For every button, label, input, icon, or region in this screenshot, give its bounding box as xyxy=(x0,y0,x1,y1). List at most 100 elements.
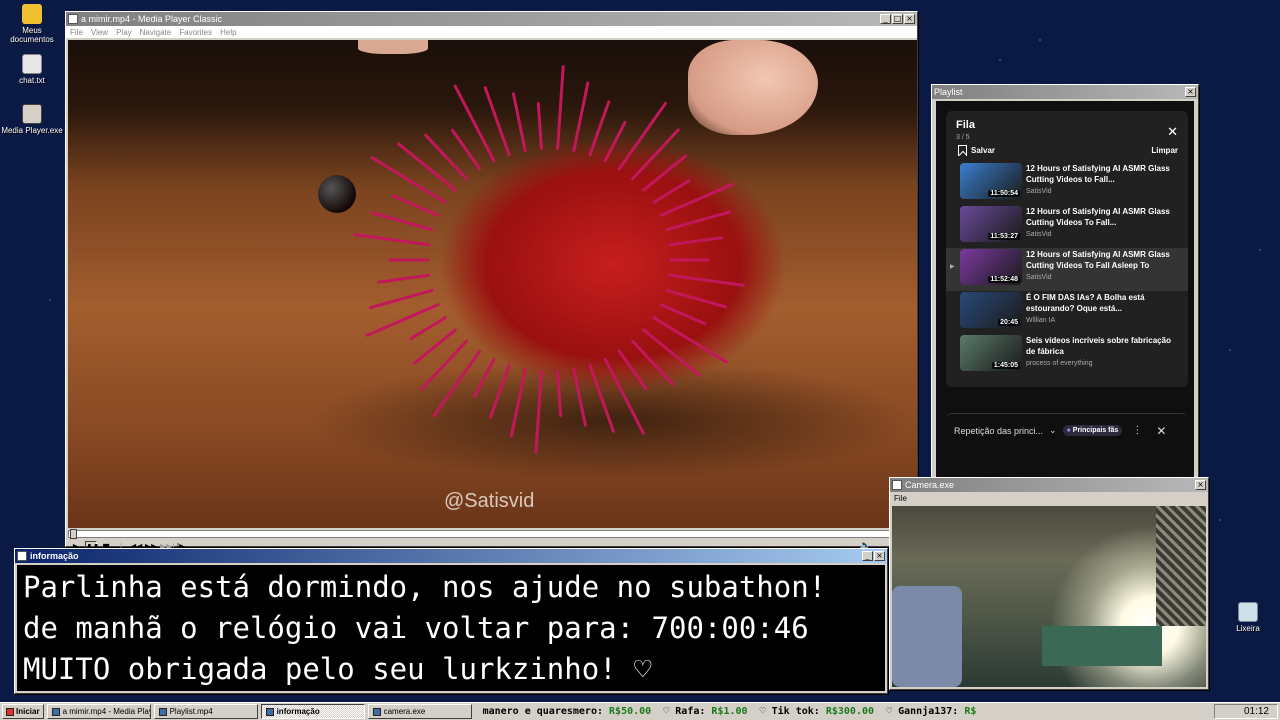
text-file-icon xyxy=(22,54,42,74)
menu-bar: File xyxy=(890,492,1208,504)
minimize-button[interactable]: _ xyxy=(862,551,873,561)
desktop-icon-media-player[interactable]: Media Player.exe xyxy=(0,104,64,135)
queue-item[interactable]: 11:53:27 12 Hours of Satisfying AI ASMR G… xyxy=(946,205,1188,248)
maximize-button[interactable]: □ xyxy=(892,14,903,24)
close-button[interactable]: × xyxy=(904,14,915,24)
video-hand xyxy=(358,40,428,54)
queue-position: 3 / 5 xyxy=(956,134,970,141)
app-icon xyxy=(51,707,60,716)
donation-amount: R$1.00 xyxy=(711,706,748,717)
menu-file[interactable]: File xyxy=(70,28,83,37)
app-icon xyxy=(68,14,78,24)
fruit-spike xyxy=(391,194,441,218)
video-duration: 11:53:27 xyxy=(988,233,1020,240)
close-button[interactable]: × xyxy=(1185,87,1196,97)
queue-item[interactable]: 20:45 É O FIM DAS IAs? A Bolha está estou… xyxy=(946,291,1188,334)
video-title[interactable]: Seis vídeos incríveis sobre fabricação d… xyxy=(1026,335,1176,357)
heart-icon: ♡ xyxy=(874,706,899,717)
app-icon xyxy=(17,551,27,561)
seek-bar[interactable] xyxy=(68,530,917,538)
menu-file[interactable]: File xyxy=(894,494,907,503)
playlist-titlebar[interactable]: Playlist × xyxy=(932,85,1198,99)
close-button[interactable]: × xyxy=(874,551,885,561)
menu-favorites[interactable]: Favorites xyxy=(179,28,212,37)
window-title: Camera.exe xyxy=(905,480,955,490)
start-button[interactable]: Iniciar xyxy=(2,704,44,719)
top-fans-chip[interactable]: ● Principais fãs xyxy=(1062,425,1123,436)
info-line: MUITO obrigada pelo seu lurkzinho! ♡ xyxy=(23,652,652,686)
taskbar-button-playlist[interactable]: Playlist.mp4 xyxy=(153,704,258,719)
video-thumbnail[interactable]: 20:45 xyxy=(960,292,1022,328)
fruit-spike xyxy=(353,232,431,247)
heart-icon: ♡ xyxy=(747,706,772,717)
more-options-icon[interactable]: ⋮ xyxy=(1132,425,1142,436)
repeat-label[interactable]: Repetição das princi... xyxy=(954,426,1043,436)
fruit-spike xyxy=(370,211,435,232)
queue-footer: Repetição das princi... ⌄ ● Principais f… xyxy=(946,413,1188,447)
media-player-titlebar[interactable]: a mimir.mp4 - Media Player Classic _ □ × xyxy=(66,12,917,26)
clock[interactable]: 01:12 xyxy=(1244,706,1269,717)
video-duration: 20:45 xyxy=(998,319,1020,326)
video-thumbnail[interactable]: 11:52:48 xyxy=(960,249,1022,285)
camera-titlebar[interactable]: Camera.exe × xyxy=(890,478,1208,492)
playlist-window[interactable]: Playlist × Fila 3 / 5 ✕ Salvar Limpar 11… xyxy=(931,84,1199,480)
queue-item[interactable]: 1:45:05 Seis vídeos incríveis sobre fabri… xyxy=(946,334,1188,377)
info-window[interactable]: informação _ × Parlinha está dormindo, n… xyxy=(14,548,888,694)
channel-name[interactable]: process of everything xyxy=(1026,360,1176,367)
fruit-spike xyxy=(664,210,731,232)
desktop-icon-chat[interactable]: chat.txt xyxy=(0,54,64,85)
close-icon[interactable]: ✕ xyxy=(1156,424,1166,438)
video-title[interactable]: 12 Hours of Satisfying AI ASMR Glass Cut… xyxy=(1026,249,1176,271)
queue-item[interactable]: 11:50:54 12 Hours of Satisfying AI ASMR G… xyxy=(946,162,1188,205)
media-player-window[interactable]: a mimir.mp4 - Media Player Classic _ □ ×… xyxy=(65,11,918,562)
queue-close-button[interactable]: ✕ xyxy=(1167,125,1178,140)
taskbar-button-media-player[interactable]: a mimir.mp4 - Media Player... xyxy=(46,704,151,719)
channel-name[interactable]: SatisVid xyxy=(1026,231,1176,238)
desktop-icon-documents[interactable]: Meus documentos xyxy=(0,4,64,44)
clear-button[interactable]: Limpar xyxy=(1151,146,1178,155)
fruit-spike xyxy=(669,258,710,262)
menu-view[interactable]: View xyxy=(91,28,108,37)
camera-window[interactable]: Camera.exe × File xyxy=(889,477,1209,690)
desktop-icon-label: Meus documentos xyxy=(10,26,54,44)
video-frame[interactable]: @Satisvid xyxy=(68,40,917,528)
seek-handle[interactable] xyxy=(70,529,77,539)
save-button[interactable]: Salvar xyxy=(958,145,995,156)
queue-item[interactable]: ▶ 11:52:48 12 Hours of Satisfying AI ASMR … xyxy=(946,248,1188,291)
video-thumbnail[interactable]: 11:53:27 xyxy=(960,206,1022,242)
desktop-icon-recycle-bin[interactable]: Lixeira xyxy=(1216,602,1280,633)
start-label: Iniciar xyxy=(16,707,40,716)
channel-name[interactable]: Willian IA xyxy=(1026,317,1176,324)
taskbar-button-info[interactable]: informação xyxy=(260,704,365,719)
donation-ticker: manero e quaresmero: R$50.00 ♡ Rafa: R$1… xyxy=(477,704,1211,719)
camera-table xyxy=(1042,626,1162,666)
menu-navigate[interactable]: Navigate xyxy=(140,28,172,37)
fruit-spike xyxy=(409,315,448,341)
video-hand xyxy=(688,40,818,135)
fruit-spike xyxy=(370,155,448,205)
close-button[interactable]: × xyxy=(1195,480,1206,490)
fruit-spike xyxy=(664,288,728,309)
fruit-spike xyxy=(668,236,724,247)
menu-play[interactable]: Play xyxy=(116,28,132,37)
chevron-down-icon[interactable]: ⌄ xyxy=(1049,425,1057,436)
info-titlebar[interactable]: informação _ × xyxy=(15,549,887,563)
video-thumbnail[interactable]: 11:50:54 xyxy=(960,163,1022,199)
window-title: Playlist xyxy=(934,87,963,97)
desktop-icon-label: Media Player.exe xyxy=(1,126,63,135)
video-thumbnail[interactable]: 1:45:05 xyxy=(960,335,1022,371)
taskbar-button-camera[interactable]: camera.exe xyxy=(367,704,472,719)
donation-amount: R$300.00 xyxy=(825,706,875,717)
info-text: Parlinha está dormindo, nos ajude no sub… xyxy=(17,565,885,691)
video-title[interactable]: É O FIM DAS IAs? A Bolha está estourando… xyxy=(1026,292,1176,314)
taskbar-button-label: informação xyxy=(276,707,320,716)
video-watermark: @Satisvid xyxy=(444,490,535,512)
channel-name[interactable]: SatisVid xyxy=(1026,188,1176,195)
video-title[interactable]: 12 Hours of Satisfying AI ASMR Glass Cut… xyxy=(1026,206,1176,228)
minimize-button[interactable]: _ xyxy=(880,14,891,24)
menu-help[interactable]: Help xyxy=(220,28,236,37)
video-title[interactable]: 12 Hours of Satisfying AI ASMR Glass Cut… xyxy=(1026,163,1176,185)
fruit-spike xyxy=(419,339,469,392)
media-player-icon xyxy=(22,104,42,124)
channel-name[interactable]: SatisVid xyxy=(1026,274,1176,281)
